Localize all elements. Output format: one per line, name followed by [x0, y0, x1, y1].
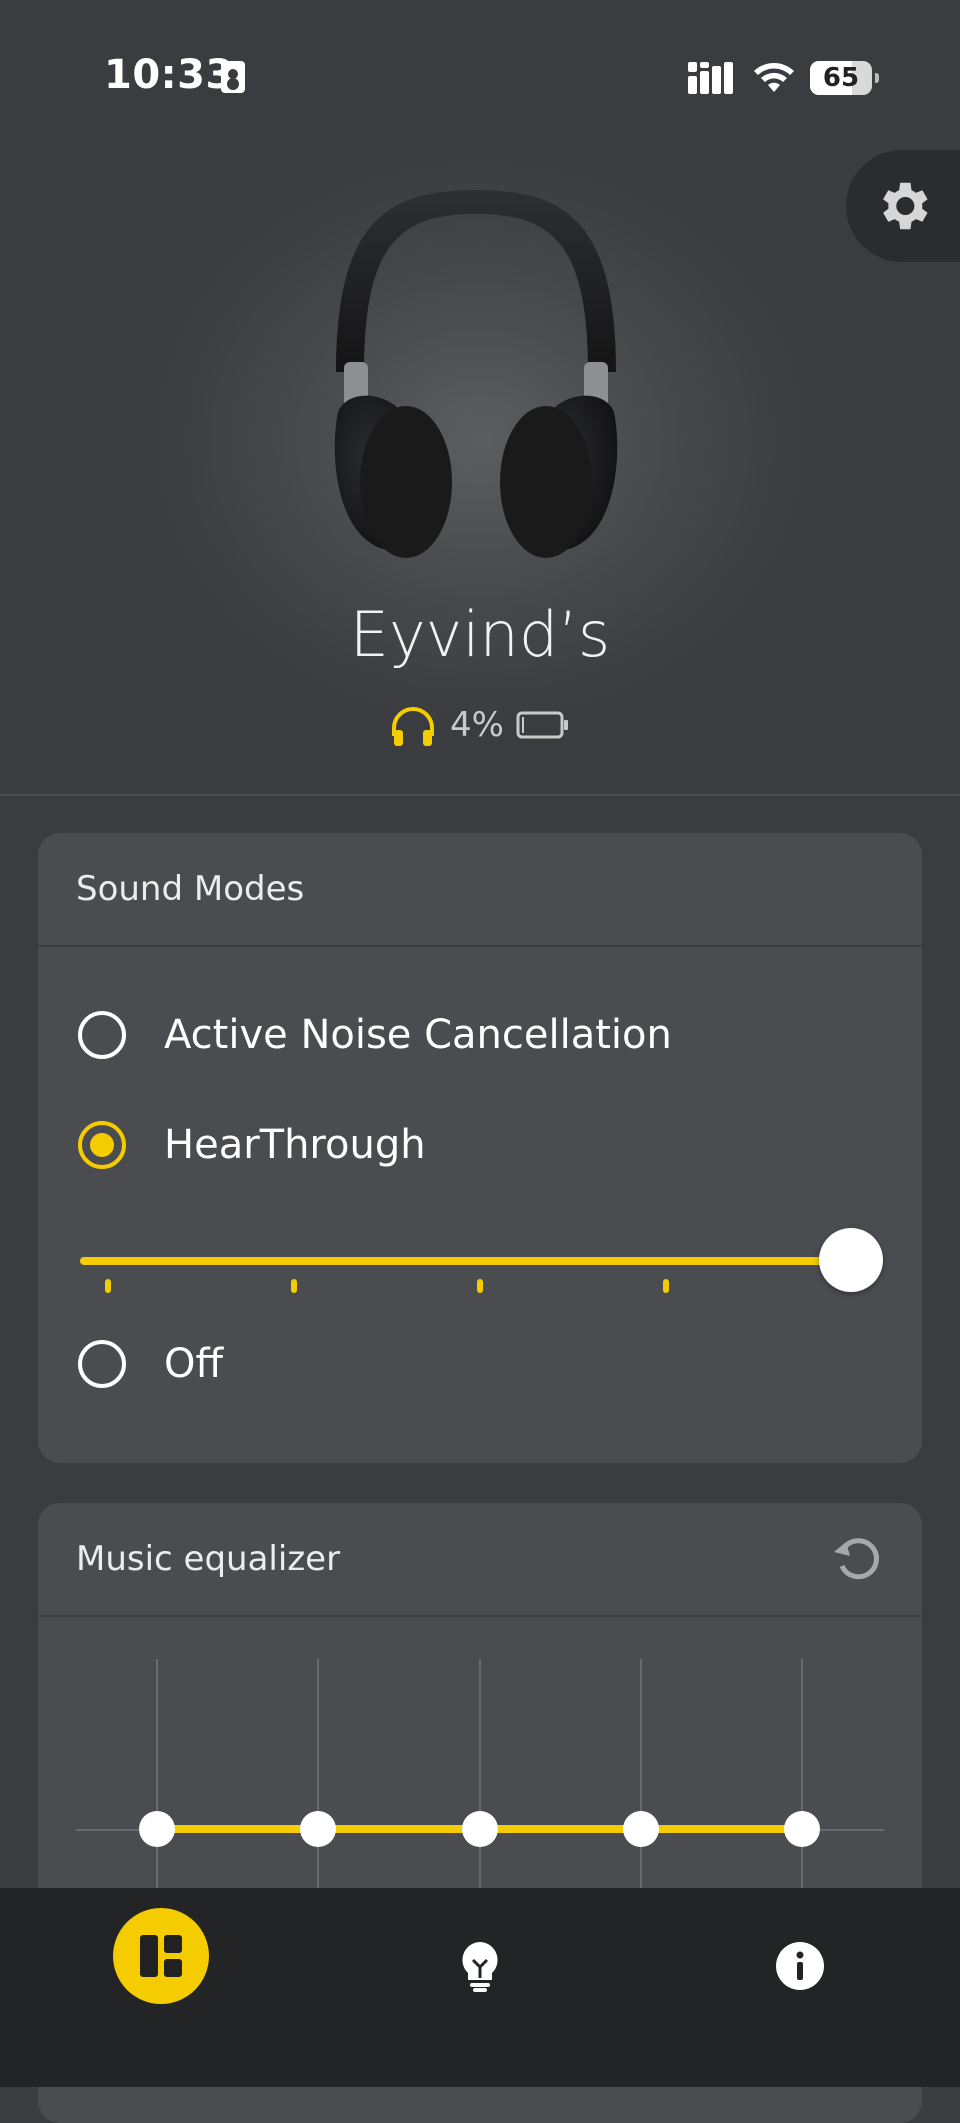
option-active-noise-cancellation[interactable]: Active Noise Cancellation: [78, 1011, 672, 1059]
lightbulb-icon: [462, 1942, 498, 1992]
nav-info[interactable]: [752, 1918, 848, 2014]
option-label: Active Noise Cancellation: [164, 1012, 672, 1058]
music-equalizer-title: Music equalizer: [76, 1539, 341, 1579]
status-time: 10:33: [104, 52, 234, 98]
option-hearthrough[interactable]: HearThrough: [78, 1121, 426, 1169]
wifi-icon: [754, 63, 794, 92]
hearthrough-slider-thumb[interactable]: [819, 1228, 883, 1292]
nav-tips[interactable]: [432, 1918, 528, 2014]
battery-status-text: 65: [822, 63, 860, 93]
device-battery: 4%: [388, 700, 570, 750]
sound-modes-card: Sound Modes Active Noise Cancellation He…: [38, 833, 922, 1463]
option-label: Off: [164, 1341, 224, 1387]
settings-button[interactable]: [846, 150, 960, 262]
device-name: Eyvind’s: [349, 598, 611, 671]
nav-dashboard[interactable]: [113, 1908, 209, 2004]
sound-modes-header: Sound Modes: [38, 833, 922, 947]
hearthrough-slider-track[interactable]: [80, 1257, 860, 1265]
eq-band-knob[interactable]: [300, 1811, 336, 1847]
battery-status-icon: 65: [810, 61, 879, 95]
music-equalizer-header: Music equalizer: [38, 1503, 922, 1617]
eq-band-knob[interactable]: [139, 1811, 175, 1847]
eq-band-knob[interactable]: [784, 1811, 820, 1847]
radio-hearthrough[interactable]: [78, 1121, 126, 1169]
gear-icon: [883, 182, 928, 230]
slider-tick: [291, 1279, 297, 1293]
slider-tick: [477, 1279, 483, 1293]
headset-icon: [392, 707, 434, 746]
option-label: HearThrough: [164, 1122, 426, 1168]
headset-image: [334, 190, 618, 558]
hero-divider: [0, 794, 960, 796]
reset-icon[interactable]: [830, 1532, 884, 1586]
slider-tick: [663, 1279, 669, 1293]
dashboard-icon: [140, 1935, 182, 1977]
radio-active-noise-cancellation[interactable]: [78, 1011, 126, 1059]
eq-band-knob[interactable]: [623, 1811, 659, 1847]
slider-tick: [105, 1279, 111, 1293]
option-off[interactable]: Off: [78, 1340, 223, 1388]
device-battery-percent: 4%: [450, 705, 504, 745]
cellular-signal-icon: [688, 62, 733, 94]
contact-card-icon: [221, 61, 245, 93]
eq-band-knob[interactable]: [462, 1811, 498, 1847]
bottom-navigation: [0, 1888, 960, 2087]
radio-off[interactable]: [78, 1340, 126, 1388]
sound-modes-title: Sound Modes: [76, 869, 305, 909]
battery-icon: [516, 711, 568, 739]
info-icon: [776, 1942, 824, 1990]
